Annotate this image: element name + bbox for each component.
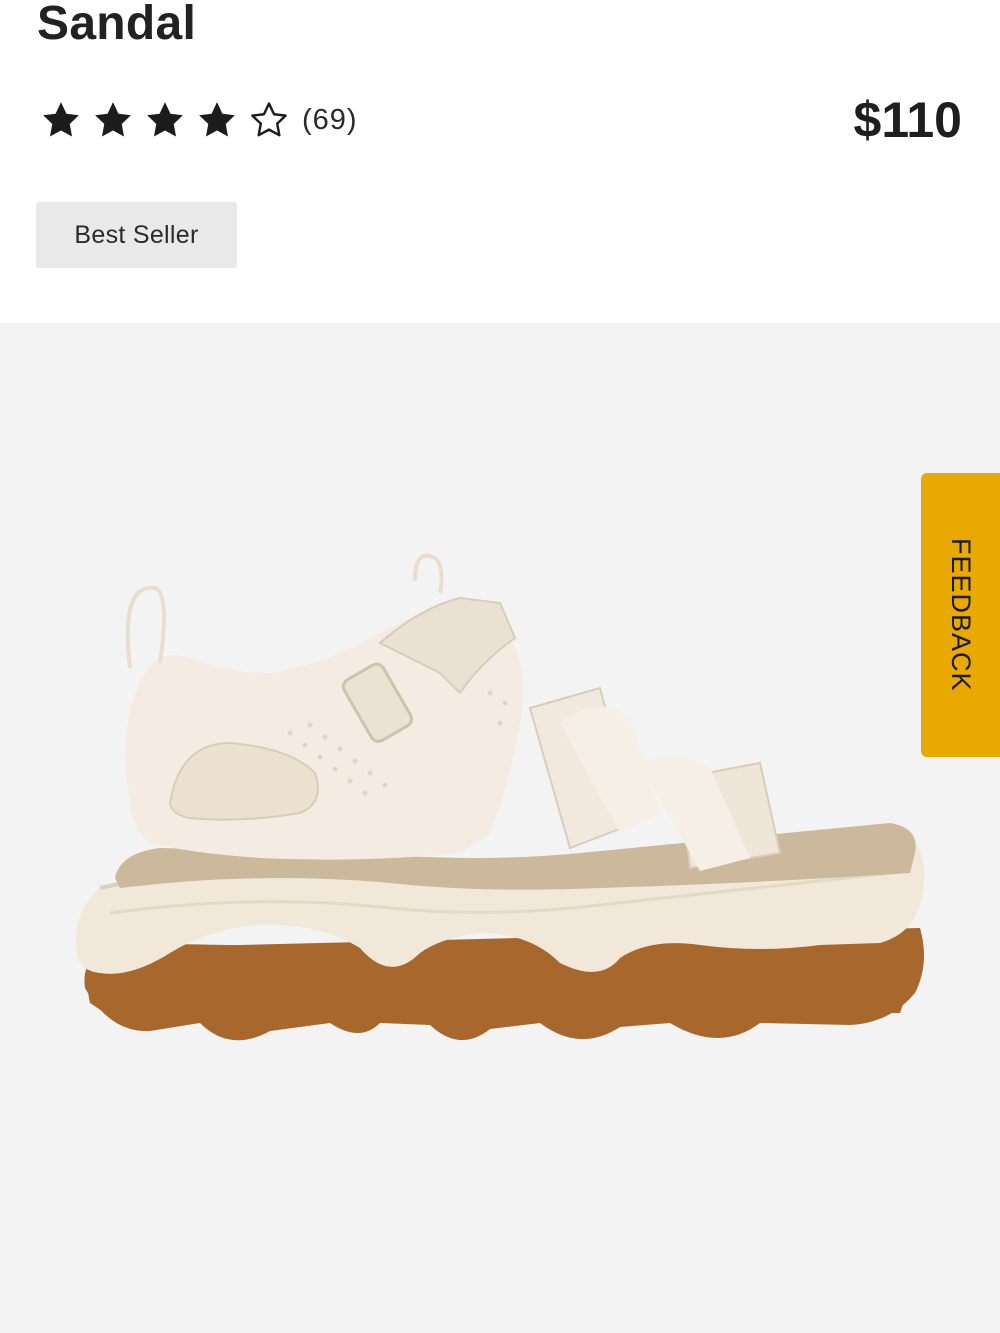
rating-stars[interactable]: (69) <box>40 96 358 144</box>
product-price: $110 <box>853 92 962 148</box>
star-filled-icon <box>43 102 79 137</box>
feedback-tab[interactable]: FEEDBACK <box>921 473 1000 757</box>
star-filled-icon <box>199 102 235 137</box>
star-filled-icon <box>95 102 131 137</box>
review-count[interactable]: (69) <box>302 104 358 137</box>
sandal-product-image <box>76 553 925 1041</box>
best-seller-badge: Best Seller <box>36 202 237 268</box>
star-outline-icon <box>251 102 287 137</box>
product-image-gallery[interactable] <box>0 323 1000 1333</box>
product-title: Sandal <box>37 0 197 50</box>
star-filled-icon <box>147 102 183 137</box>
feedback-label: FEEDBACK <box>946 538 976 692</box>
